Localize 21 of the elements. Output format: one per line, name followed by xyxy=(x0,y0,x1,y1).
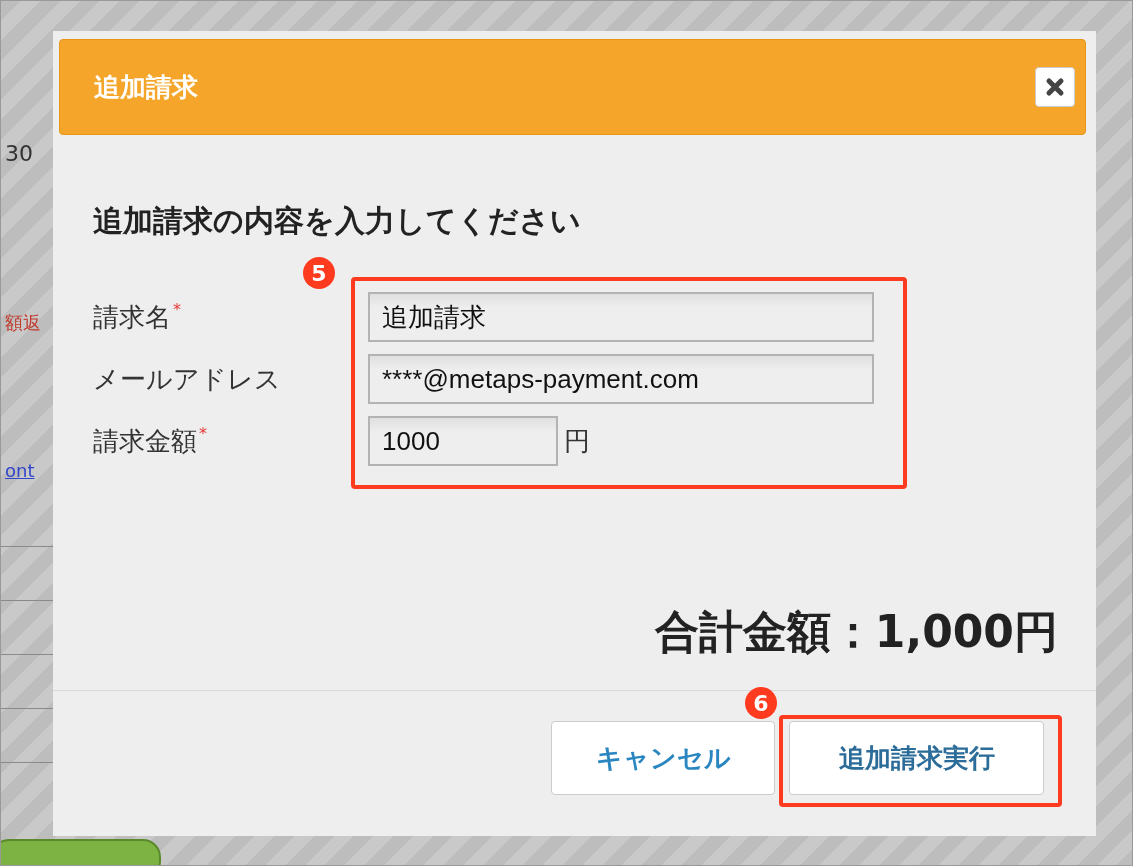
execute-button[interactable]: 追加請求実行 xyxy=(789,721,1044,795)
field-label: メールアドレス xyxy=(93,362,281,396)
cancel-button[interactable]: キャンセル xyxy=(551,721,775,795)
required-mark: * xyxy=(173,299,181,319)
page-text: 30 xyxy=(5,141,34,166)
close-button[interactable] xyxy=(1035,67,1075,107)
input-field[interactable]: ****@metaps-payment.com xyxy=(368,354,874,404)
total-amount: 合計金額：1,000円 xyxy=(654,605,1058,659)
link[interactable]: ont xyxy=(5,460,53,481)
step-number: 6 xyxy=(745,687,777,719)
field-label: 請求名 xyxy=(93,300,171,334)
required-mark: * xyxy=(199,423,207,443)
page-text: 額返 xyxy=(5,311,42,335)
input-field[interactable]: 1000 xyxy=(368,416,558,466)
field-label: 請求金額 xyxy=(93,424,197,458)
unit-label: 円 xyxy=(564,424,590,458)
close-icon xyxy=(1045,77,1065,97)
form-heading: 追加請求の内容を入力してください xyxy=(93,202,582,240)
step-number: 5 xyxy=(303,257,335,289)
input-field[interactable]: 追加請求 xyxy=(368,292,874,342)
dialog-title: 追加請求 xyxy=(94,70,198,104)
